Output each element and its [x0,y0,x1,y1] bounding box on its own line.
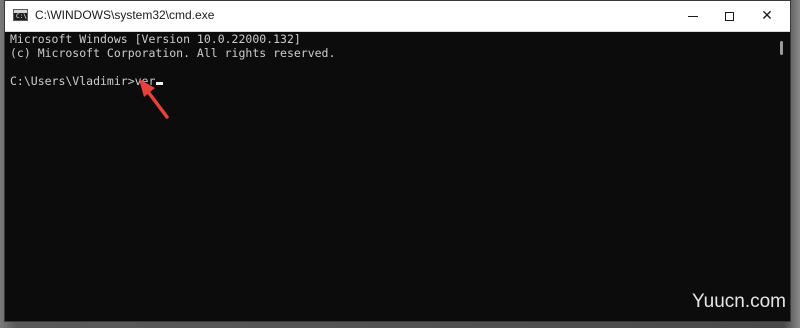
close-button[interactable]: ✕ [750,1,784,31]
text-cursor [156,82,164,85]
icon-prompt-glyph: C:\ [16,13,27,20]
console-output[interactable]: Microsoft Windows [Version 10.0.22000.13… [5,32,774,321]
window-title: C:\WINDOWS\system32\cmd.exe [35,8,215,22]
prompt-command-text: C:\Users\Vladimir>ver [10,74,156,88]
cmd-window[interactable]: C:\ C:\WINDOWS\system32\cmd.exe ✕ Micros… [4,0,791,322]
watermark-text: Yuucn.com [692,291,786,312]
vertical-scrollbar[interactable] [774,32,790,321]
scrollbar-thumb[interactable] [780,41,783,55]
maximize-button[interactable] [712,1,746,31]
minimize-button[interactable] [676,1,710,31]
close-icon: ✕ [761,8,773,24]
maximize-icon [724,11,734,21]
console-line-version: Microsoft Windows [Version 10.0.22000.13… [10,32,301,46]
cmd-prompt-icon[interactable]: C:\ [13,9,28,21]
minimize-icon [688,15,698,17]
console-line-copyright: (c) Microsoft Corporation. All rights re… [10,46,336,60]
title-bar[interactable]: C:\ C:\WINDOWS\system32\cmd.exe ✕ [5,1,790,32]
console-line-prompt[interactable]: C:\Users\Vladimir>ver [10,74,774,88]
